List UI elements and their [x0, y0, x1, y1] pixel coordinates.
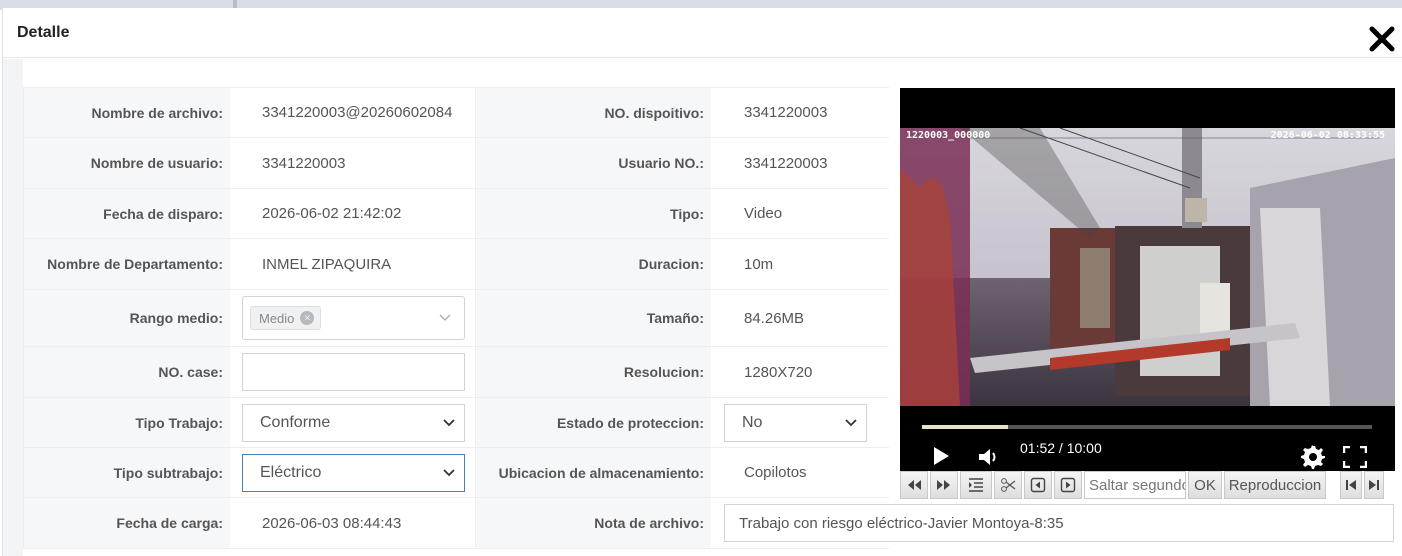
chevron-down-icon — [439, 314, 451, 321]
work-subtype-select[interactable]: Eléctrico — [242, 453, 465, 492]
work-subtype-selected: Eléctrico — [260, 463, 322, 481]
detail-row: Tipo subtrabajo: Eléctrico Ubicacion de … — [24, 448, 889, 498]
detail-row: Nombre de Departamento: INMEL ZIPAQUIRA … — [24, 239, 889, 290]
detail-row: Tipo Trabajo: Conforme Estado de protecc… — [24, 398, 889, 448]
user-no-label: Usuario NO.: — [476, 138, 711, 188]
prev-frame-button[interactable] — [1024, 471, 1052, 499]
ok-button[interactable]: OK — [1188, 471, 1222, 499]
resolution-label: Resolucion: — [476, 347, 711, 397]
list-indent-icon — [969, 478, 983, 492]
work-type-selected: Conforme — [260, 413, 331, 431]
rewind-icon — [908, 480, 921, 490]
chip-label: Medio — [259, 310, 295, 326]
scissors-icon — [1001, 478, 1016, 492]
seek-bar-fill — [922, 425, 1008, 429]
player-toolbar: Saltar segundo OK Reproduccion — [900, 471, 1397, 499]
protection-select[interactable]: No — [724, 403, 867, 442]
time-display: 01:52 / 10:00 — [1020, 440, 1102, 456]
list-button[interactable] — [960, 471, 992, 499]
work-type-label: Tipo Trabajo: — [24, 398, 230, 447]
size-value: 84.26MB — [744, 309, 805, 327]
playback-button[interactable]: Reproduccion — [1224, 471, 1326, 499]
work-subtype-label: Tipo subtrabajo: — [24, 448, 230, 497]
next-frame-button[interactable] — [1054, 471, 1082, 499]
chevron-down-icon — [443, 468, 455, 476]
case-no-cell — [230, 347, 476, 397]
skip-start-icon — [1346, 480, 1356, 490]
case-no-label: NO. case: — [24, 347, 230, 397]
duration-label: Duracion: — [476, 239, 711, 289]
protection-label: Estado de proteccion: — [476, 398, 711, 447]
department-value: INMEL ZIPAQUIRA — [230, 239, 476, 289]
fast-forward-button[interactable] — [930, 471, 958, 499]
file-note-label: Nota de archivo: — [476, 498, 711, 548]
detail-grid: Nombre de archivo: 3341220003@2026060208… — [23, 87, 889, 549]
detail-row: Fecha de disparo: 2026-06-02 21:42:02 Ti… — [24, 189, 889, 239]
gear-icon[interactable] — [1301, 445, 1325, 469]
type-value: Video — [744, 205, 783, 222]
close-icon[interactable] — [1367, 24, 1397, 54]
file-name-label: Nombre de archivo: — [24, 88, 230, 137]
skip-end-button[interactable] — [1364, 471, 1384, 499]
medium-range-cell: Medio × — [230, 290, 476, 346]
storage-value: Copilotos — [744, 464, 807, 481]
osd-left-text: 1220003_000000 — [906, 130, 991, 141]
type-label: Tipo: — [476, 189, 711, 238]
resolution-value: 1280X720 — [744, 363, 813, 381]
upload-date-value: 2026-06-03 08:44:43 — [230, 498, 476, 548]
case-no-input[interactable] — [242, 353, 465, 391]
seek-bar[interactable] — [922, 425, 1372, 429]
osd-right-text: 2026-06-02 08:33:55 — [1270, 130, 1385, 141]
chevron-down-icon — [443, 418, 455, 426]
chevron-down-icon — [845, 418, 857, 426]
detail-row: Nombre de usuario: 3341220003 Usuario NO… — [24, 138, 889, 189]
device-no-label: NO. dispoitivo: — [476, 88, 711, 137]
file-note-input[interactable]: Trabajo con riesgo eléctrico-Javier Mont… — [724, 504, 1394, 542]
medium-range-chip: Medio × — [250, 306, 322, 330]
skip-end-icon — [1369, 480, 1379, 490]
rewind-button[interactable] — [900, 471, 928, 499]
video-player[interactable]: 1220003_000000 2026-06-02 08:33:55 01:52… — [900, 88, 1395, 471]
detail-dialog: Detalle Nombre de archivo: 3341220003@20… — [2, 8, 1402, 556]
detail-row: NO. case: Resolucion: 1280X720 — [24, 347, 889, 398]
medium-range-label: Rango medio: — [24, 290, 230, 346]
trigger-date-label: Fecha de disparo: — [24, 189, 230, 238]
protection-selected: No — [742, 413, 763, 431]
play-icon[interactable] — [932, 446, 950, 466]
seek-seconds-input[interactable]: Saltar segundo — [1084, 471, 1186, 499]
work-type-cell: Conforme — [230, 398, 476, 447]
protection-cell: No — [711, 398, 889, 447]
video-frame — [900, 128, 1395, 406]
left-margin — [3, 59, 23, 556]
medium-range-select[interactable]: Medio × — [242, 296, 465, 340]
storage-label: Ubicacion de almacenamiento: — [476, 448, 711, 497]
clip-button[interactable] — [994, 471, 1022, 499]
trigger-date-value: 2026-06-02 21:42:02 — [230, 189, 476, 238]
detail-row: Nombre de archivo: 3341220003@2026060208… — [24, 88, 889, 138]
fullscreen-icon[interactable] — [1343, 446, 1367, 468]
work-type-select[interactable]: Conforme — [242, 403, 465, 442]
prev-frame-icon — [1030, 477, 1046, 493]
device-no-value: 3341220003 — [744, 104, 828, 121]
detail-row: Rango medio: Medio × Tamaño: 84.26MB — [24, 290, 889, 347]
dialog-header: Detalle — [3, 8, 1402, 58]
skip-start-button[interactable] — [1340, 471, 1362, 499]
user-no-value: 3341220003 — [744, 154, 828, 172]
user-name-label: Nombre de usuario: — [24, 138, 230, 188]
file-name-value: 3341220003@20260602084 — [230, 88, 476, 137]
upload-date-label: Fecha de carga: — [24, 498, 230, 548]
volume-icon[interactable] — [977, 447, 999, 467]
next-frame-icon — [1060, 477, 1076, 493]
fast-forward-icon — [937, 480, 950, 490]
department-label: Nombre de Departamento: — [24, 239, 230, 289]
dialog-title: Detalle — [17, 24, 70, 41]
duration-value: 10m — [744, 255, 774, 273]
work-subtype-cell: Eléctrico — [230, 448, 476, 497]
size-label: Tamaño: — [476, 290, 711, 346]
user-name-value: 3341220003 — [230, 138, 476, 188]
chip-remove-icon[interactable]: × — [300, 311, 315, 325]
